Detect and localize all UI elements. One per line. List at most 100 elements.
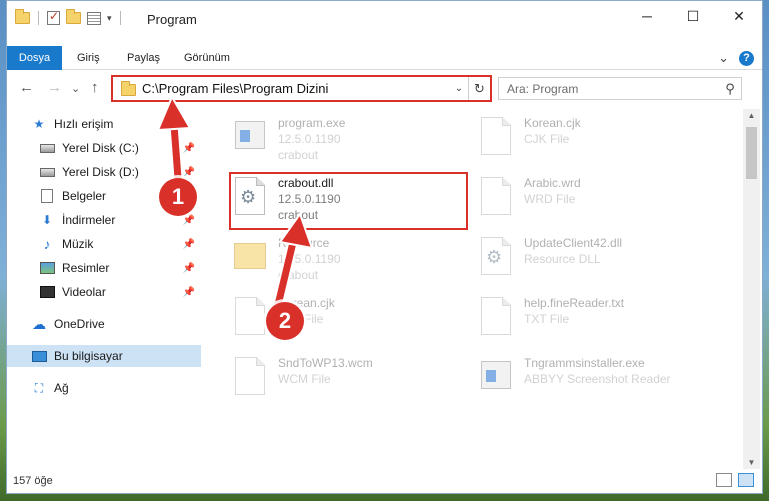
drive-icon: [39, 167, 55, 177]
sidebar-item-onedrive[interactable]: ☁ OneDrive: [7, 313, 201, 335]
highlight-box-crabout-dll: [229, 172, 468, 230]
quick-access-toolbar: ▾: [15, 9, 123, 25]
separator: [119, 11, 121, 25]
file-name: program.exe: [278, 116, 346, 130]
refresh-button[interactable]: ↻: [468, 77, 490, 100]
scrollbar-thumb[interactable]: [746, 127, 757, 179]
video-icon: [39, 286, 55, 298]
pin-icon[interactable]: 📌: [183, 239, 195, 250]
large-icons-view-icon[interactable]: [738, 473, 754, 487]
sidebar-item-label: Ağ: [54, 381, 69, 395]
sidebar-item-this-pc[interactable]: Bu bilgisayar: [7, 345, 201, 367]
new-folder-icon[interactable]: [66, 9, 81, 24]
file-type: CJK File: [524, 132, 570, 146]
file-item[interactable]: Korean.cjk CJK File: [478, 113, 718, 165]
expand-ribbon-chevron-icon[interactable]: ⌄: [718, 50, 729, 66]
search-input[interactable]: Ara: Program: [507, 82, 719, 96]
sidebar-item-pictures[interactable]: Resimler 📌: [7, 257, 201, 279]
recent-locations-chevron-icon[interactable]: ⌄: [71, 82, 80, 95]
file-name: Arabic.wrd: [524, 176, 581, 190]
vertical-scrollbar[interactable]: ▲ ▼: [743, 109, 760, 469]
music-icon: ♪: [43, 236, 51, 252]
exe-icon: [235, 121, 265, 149]
tab-home[interactable]: Giriş: [77, 46, 100, 70]
window-controls: ─ ☐ ✕: [624, 1, 762, 31]
file-item[interactable]: Tngrammsinstaller.exe ABBYY Screenshot R…: [478, 353, 718, 405]
status-bar: 157 öğe: [7, 469, 762, 493]
search-box[interactable]: Ara: Program ⚲: [498, 77, 742, 100]
search-icon[interactable]: ⚲: [719, 81, 741, 97]
sidebar-item-label: Yerel Disk (C:): [62, 141, 139, 155]
help-icon[interactable]: ?: [739, 50, 754, 66]
file-version: 12.5.0.1190: [278, 132, 341, 146]
pin-icon[interactable]: 📌: [183, 143, 195, 154]
download-icon: ⬇: [41, 213, 53, 227]
pin-icon[interactable]: 📌: [183, 215, 195, 226]
folder-icon: [15, 9, 30, 24]
folder-icon: [121, 80, 136, 96]
close-button[interactable]: ✕: [716, 1, 762, 31]
file-name: Tngrammsinstaller.exe: [524, 356, 645, 370]
sidebar-item-label: Belgeler: [62, 189, 107, 203]
scroll-down-arrow-icon[interactable]: ▼: [743, 458, 760, 467]
view-properties-icon[interactable]: [87, 11, 101, 25]
details-view-icon[interactable]: [716, 473, 732, 487]
forward-button[interactable]: →: [47, 79, 62, 96]
address-bar[interactable]: C:\Program Files\Program Dizini ⌄ ↻: [111, 75, 492, 102]
address-text[interactable]: C:\Program Files\Program Dizini: [142, 81, 450, 96]
file-item[interactable]: SndToWP13.wcm WCM File: [232, 353, 472, 405]
drive-icon: [39, 143, 55, 153]
address-dropdown-chevron-icon[interactable]: ⌄: [450, 83, 468, 94]
back-button[interactable]: ←: [19, 79, 34, 96]
maximize-button[interactable]: ☐: [670, 1, 716, 31]
pin-icon[interactable]: 📌: [183, 167, 195, 178]
file-item[interactable]: ⚙ UpdateClient42.dll Resource DLL: [478, 233, 718, 285]
tab-view[interactable]: Görünüm: [184, 46, 230, 70]
file-name: help.fineReader.txt: [524, 296, 625, 310]
file-item[interactable]: program.exe 12.5.0.1190 crabout: [232, 113, 472, 165]
sidebar-item-local-disk-c[interactable]: Yerel Disk (C:) 📌: [7, 137, 201, 159]
step-2-badge: 2: [266, 302, 304, 340]
file-list: program.exe 12.5.0.1190 crabout Korean.c…: [212, 109, 740, 465]
title-bar: ▾ Program ─ ☐ ✕: [7, 1, 762, 39]
up-button[interactable]: ↑: [91, 79, 99, 96]
pin-icon[interactable]: 📌: [183, 263, 195, 274]
computer-icon: [31, 350, 47, 362]
file-icon: [481, 177, 511, 215]
sidebar-item-label: Bu bilgisayar: [54, 349, 123, 363]
separator: [38, 11, 39, 25]
file-item[interactable]: Resource 12.5.0.1190 crabout: [232, 233, 472, 285]
sidebar-item-label: İndirmeler: [62, 213, 116, 227]
sidebar-item-quick-access[interactable]: ★ Hızlı erişim: [7, 113, 201, 135]
sidebar-item-videos[interactable]: Videolar 📌: [7, 281, 201, 303]
file-type: Resource DLL: [524, 252, 601, 266]
file-name: Resource: [278, 236, 330, 250]
folder-icon: [234, 243, 266, 269]
explorer-window: ▾ Program ─ ☐ ✕ Dosya Giriş Paylaş Görün…: [6, 0, 763, 494]
item-count: 157 öğe: [13, 475, 53, 487]
sidebar-item-network[interactable]: ⛶ Ağ: [7, 377, 201, 399]
properties-check-icon[interactable]: [47, 9, 60, 25]
navigation-bar: ← → ⌄ ↑ C:\Program Files\Program Dizini …: [7, 71, 762, 105]
sidebar-item-label: OneDrive: [54, 317, 105, 331]
file-type: WCM File: [278, 372, 331, 386]
pin-icon[interactable]: 📌: [183, 287, 195, 298]
tab-file[interactable]: Dosya: [7, 46, 62, 70]
minimize-button[interactable]: ─: [624, 1, 670, 31]
scroll-up-arrow-icon[interactable]: ▲: [743, 111, 760, 120]
step-1-badge: 1: [159, 178, 197, 216]
file-type: WRD File: [524, 192, 576, 206]
star-icon: ★: [33, 117, 45, 131]
file-type: TXT File: [524, 312, 570, 326]
file-name: SndToWP13.wcm: [278, 356, 373, 370]
network-icon: ⛶: [34, 380, 44, 395]
sidebar-item-label: Müzik: [62, 237, 94, 251]
sidebar-item-label: Resimler: [62, 261, 110, 275]
file-icon: [481, 297, 511, 335]
file-item[interactable]: Arabic.wrd WRD File: [478, 173, 718, 225]
tab-share[interactable]: Paylaş: [127, 46, 160, 70]
customize-toolbar-chevron-icon[interactable]: ▾: [107, 13, 112, 24]
file-item[interactable]: help.fineReader.txt TXT File: [478, 293, 718, 345]
file-name: UpdateClient42.dll: [524, 236, 623, 250]
sidebar-item-music[interactable]: ♪ Müzik 📌: [7, 233, 201, 255]
